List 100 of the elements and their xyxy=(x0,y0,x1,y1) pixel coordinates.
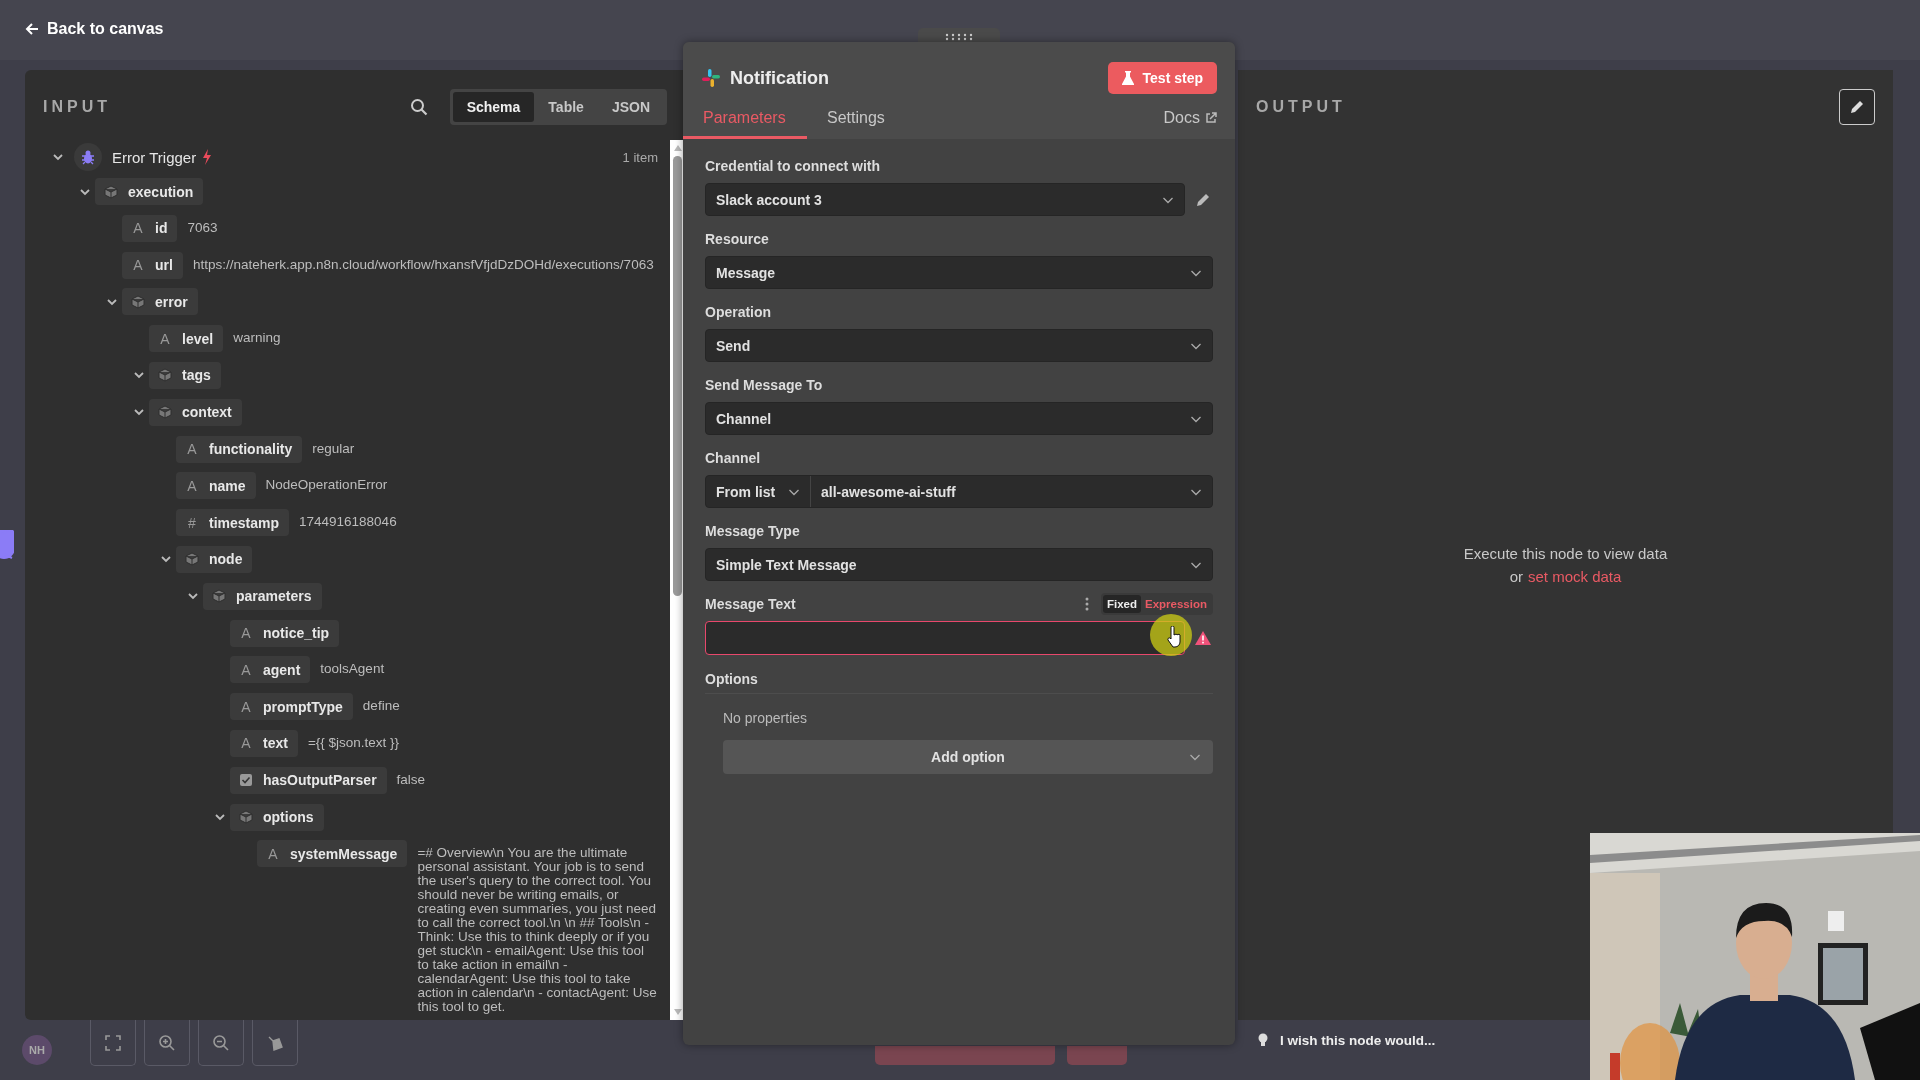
scroll-thumb[interactable] xyxy=(673,156,682,596)
cube-icon xyxy=(158,405,172,420)
external-link-icon xyxy=(1205,112,1217,124)
cube-icon xyxy=(131,294,145,309)
dropdown-value: Simple Text Message xyxy=(716,556,857,573)
chevron-icon[interactable] xyxy=(52,151,64,163)
type-icon: A xyxy=(185,477,199,494)
key-name: context xyxy=(182,404,232,421)
zoom-in-icon xyxy=(157,1032,177,1053)
more-icon[interactable] xyxy=(1084,597,1089,611)
dropdown-value: Message xyxy=(716,264,776,281)
arrow-left-icon xyxy=(25,22,39,36)
feedback-link[interactable]: I wish this node would... xyxy=(1258,1032,1436,1048)
tidy-button[interactable] xyxy=(252,1020,298,1066)
key-name: tags xyxy=(182,367,211,384)
field-value: 1744916188046 xyxy=(299,513,398,530)
key-name: text xyxy=(263,735,288,752)
fullscreen-icon xyxy=(103,1032,123,1053)
dropdown-value: Send xyxy=(716,337,751,354)
key-name: hasOutputParser xyxy=(263,772,377,789)
text-input[interactable] xyxy=(705,621,1185,655)
view-tab[interactable]: Schema xyxy=(452,92,535,122)
key-name: url xyxy=(155,257,173,274)
mode-option[interactable]: Fixed xyxy=(1102,595,1141,613)
mock-data-link[interactable]: set mock data xyxy=(1527,568,1622,585)
flask-icon xyxy=(1121,71,1134,85)
field-label: Credential to connect with xyxy=(705,158,880,174)
view-tab[interactable]: JSON xyxy=(597,92,664,122)
item-count: 1 item xyxy=(622,149,658,165)
field-value: regular xyxy=(312,439,356,456)
empty-message: No properties xyxy=(722,709,809,726)
mode-dropdown[interactable]: From list xyxy=(706,476,811,507)
field-label: Message Text xyxy=(705,596,796,612)
field-value: https://nateherk.app.n8n.cloud/workflow/hxansfVfjdDzDOHd/executions/7063 xyxy=(192,255,655,272)
grip-icon xyxy=(944,33,974,41)
docs-link[interactable]: Docs xyxy=(1163,109,1217,139)
or-text: or xyxy=(1509,568,1523,585)
type-icon: A xyxy=(158,330,172,347)
add-option-button[interactable]: Add option xyxy=(723,740,1213,774)
key-name: node xyxy=(209,551,243,568)
back-link[interactable]: Back to canvas xyxy=(25,20,164,38)
dropdown[interactable]: Send xyxy=(705,329,1213,362)
key-name: agent xyxy=(263,661,301,678)
key-name: id xyxy=(155,220,168,237)
dropdown[interactable]: Slack account 3 xyxy=(705,183,1185,216)
edit-button[interactable] xyxy=(1839,89,1875,125)
dropdown-value: Slack account 3 xyxy=(716,191,822,208)
type-icon: A xyxy=(239,625,253,642)
node-name: Error Trigger xyxy=(112,148,197,166)
field-value: define xyxy=(362,697,401,714)
node-title: Notification xyxy=(730,67,829,89)
key-name: name xyxy=(209,477,246,494)
field-value: toolsAgent xyxy=(320,660,386,677)
zoom-out-icon xyxy=(211,1032,231,1053)
type-icon: A xyxy=(239,735,253,752)
key-name: error xyxy=(155,293,188,310)
empty-message: Execute this node to view data xyxy=(1463,545,1668,562)
warning-icon xyxy=(1195,631,1211,645)
type-icon: A xyxy=(239,661,253,678)
cube-icon xyxy=(104,184,118,199)
field-label: Channel xyxy=(705,450,761,466)
pencil-icon[interactable] xyxy=(1195,191,1211,208)
key-name: options xyxy=(263,809,314,826)
key-name: timestamp xyxy=(209,514,280,531)
dropdown-value: From list xyxy=(716,483,776,500)
dropdown[interactable]: Simple Text Message xyxy=(705,548,1213,581)
field-value: 7063 xyxy=(187,218,219,235)
type-icon: A xyxy=(266,845,280,862)
panel-title: OUTPUT xyxy=(1256,98,1346,116)
type-icon: A xyxy=(131,257,145,274)
dropdown[interactable]: Message xyxy=(705,256,1213,289)
field-value: warning xyxy=(233,329,282,346)
dropdown[interactable]: Channel xyxy=(705,402,1213,435)
zoom-out-button[interactable] xyxy=(198,1020,244,1066)
key-name: execution xyxy=(128,183,194,200)
key-name: notice_tip xyxy=(263,625,330,642)
lightning-icon xyxy=(202,149,213,165)
pencil-icon xyxy=(1849,99,1865,115)
field-label: Operation xyxy=(705,304,772,320)
view-tab[interactable]: Table xyxy=(534,92,598,122)
search-icon[interactable] xyxy=(409,98,428,116)
tab[interactable]: Settings xyxy=(827,109,885,139)
cube-icon xyxy=(239,810,253,825)
type-icon: A xyxy=(185,441,199,458)
field-value: =# Overview\n You are the ultimate personal assistant. Your job is to send the user's query to the correct tool. You should never be writing emails, or creating even summaries, you just need to call the correct tool.\n \n ## Tools\n - Think: Use this to think deeply or if you get stuck\n - emailAgent: Use this tool to take action in email\n - calendarAgent: Use this tool to take action in calendar\n - contactAgent: Use this tool to get. xyxy=(417,844,658,1015)
key-name: systemMessage xyxy=(290,845,398,862)
field-value: false xyxy=(396,770,427,787)
cube-icon xyxy=(212,589,226,604)
cube-icon xyxy=(158,368,172,383)
dropdown[interactable]: all-awesome-ai-stuff xyxy=(811,476,1212,507)
key-name: parameters xyxy=(236,588,312,605)
key-name: functionality xyxy=(209,441,293,458)
type-icon: # xyxy=(185,514,199,531)
fit-view-button[interactable] xyxy=(90,1020,136,1066)
key-name: level xyxy=(182,330,214,347)
checkbox-icon xyxy=(239,773,253,788)
zoom-in-button[interactable] xyxy=(144,1020,190,1066)
section-label: Options xyxy=(705,665,1213,694)
field-value: NodeOperationError xyxy=(265,476,389,493)
field-label: Resource xyxy=(705,231,769,247)
